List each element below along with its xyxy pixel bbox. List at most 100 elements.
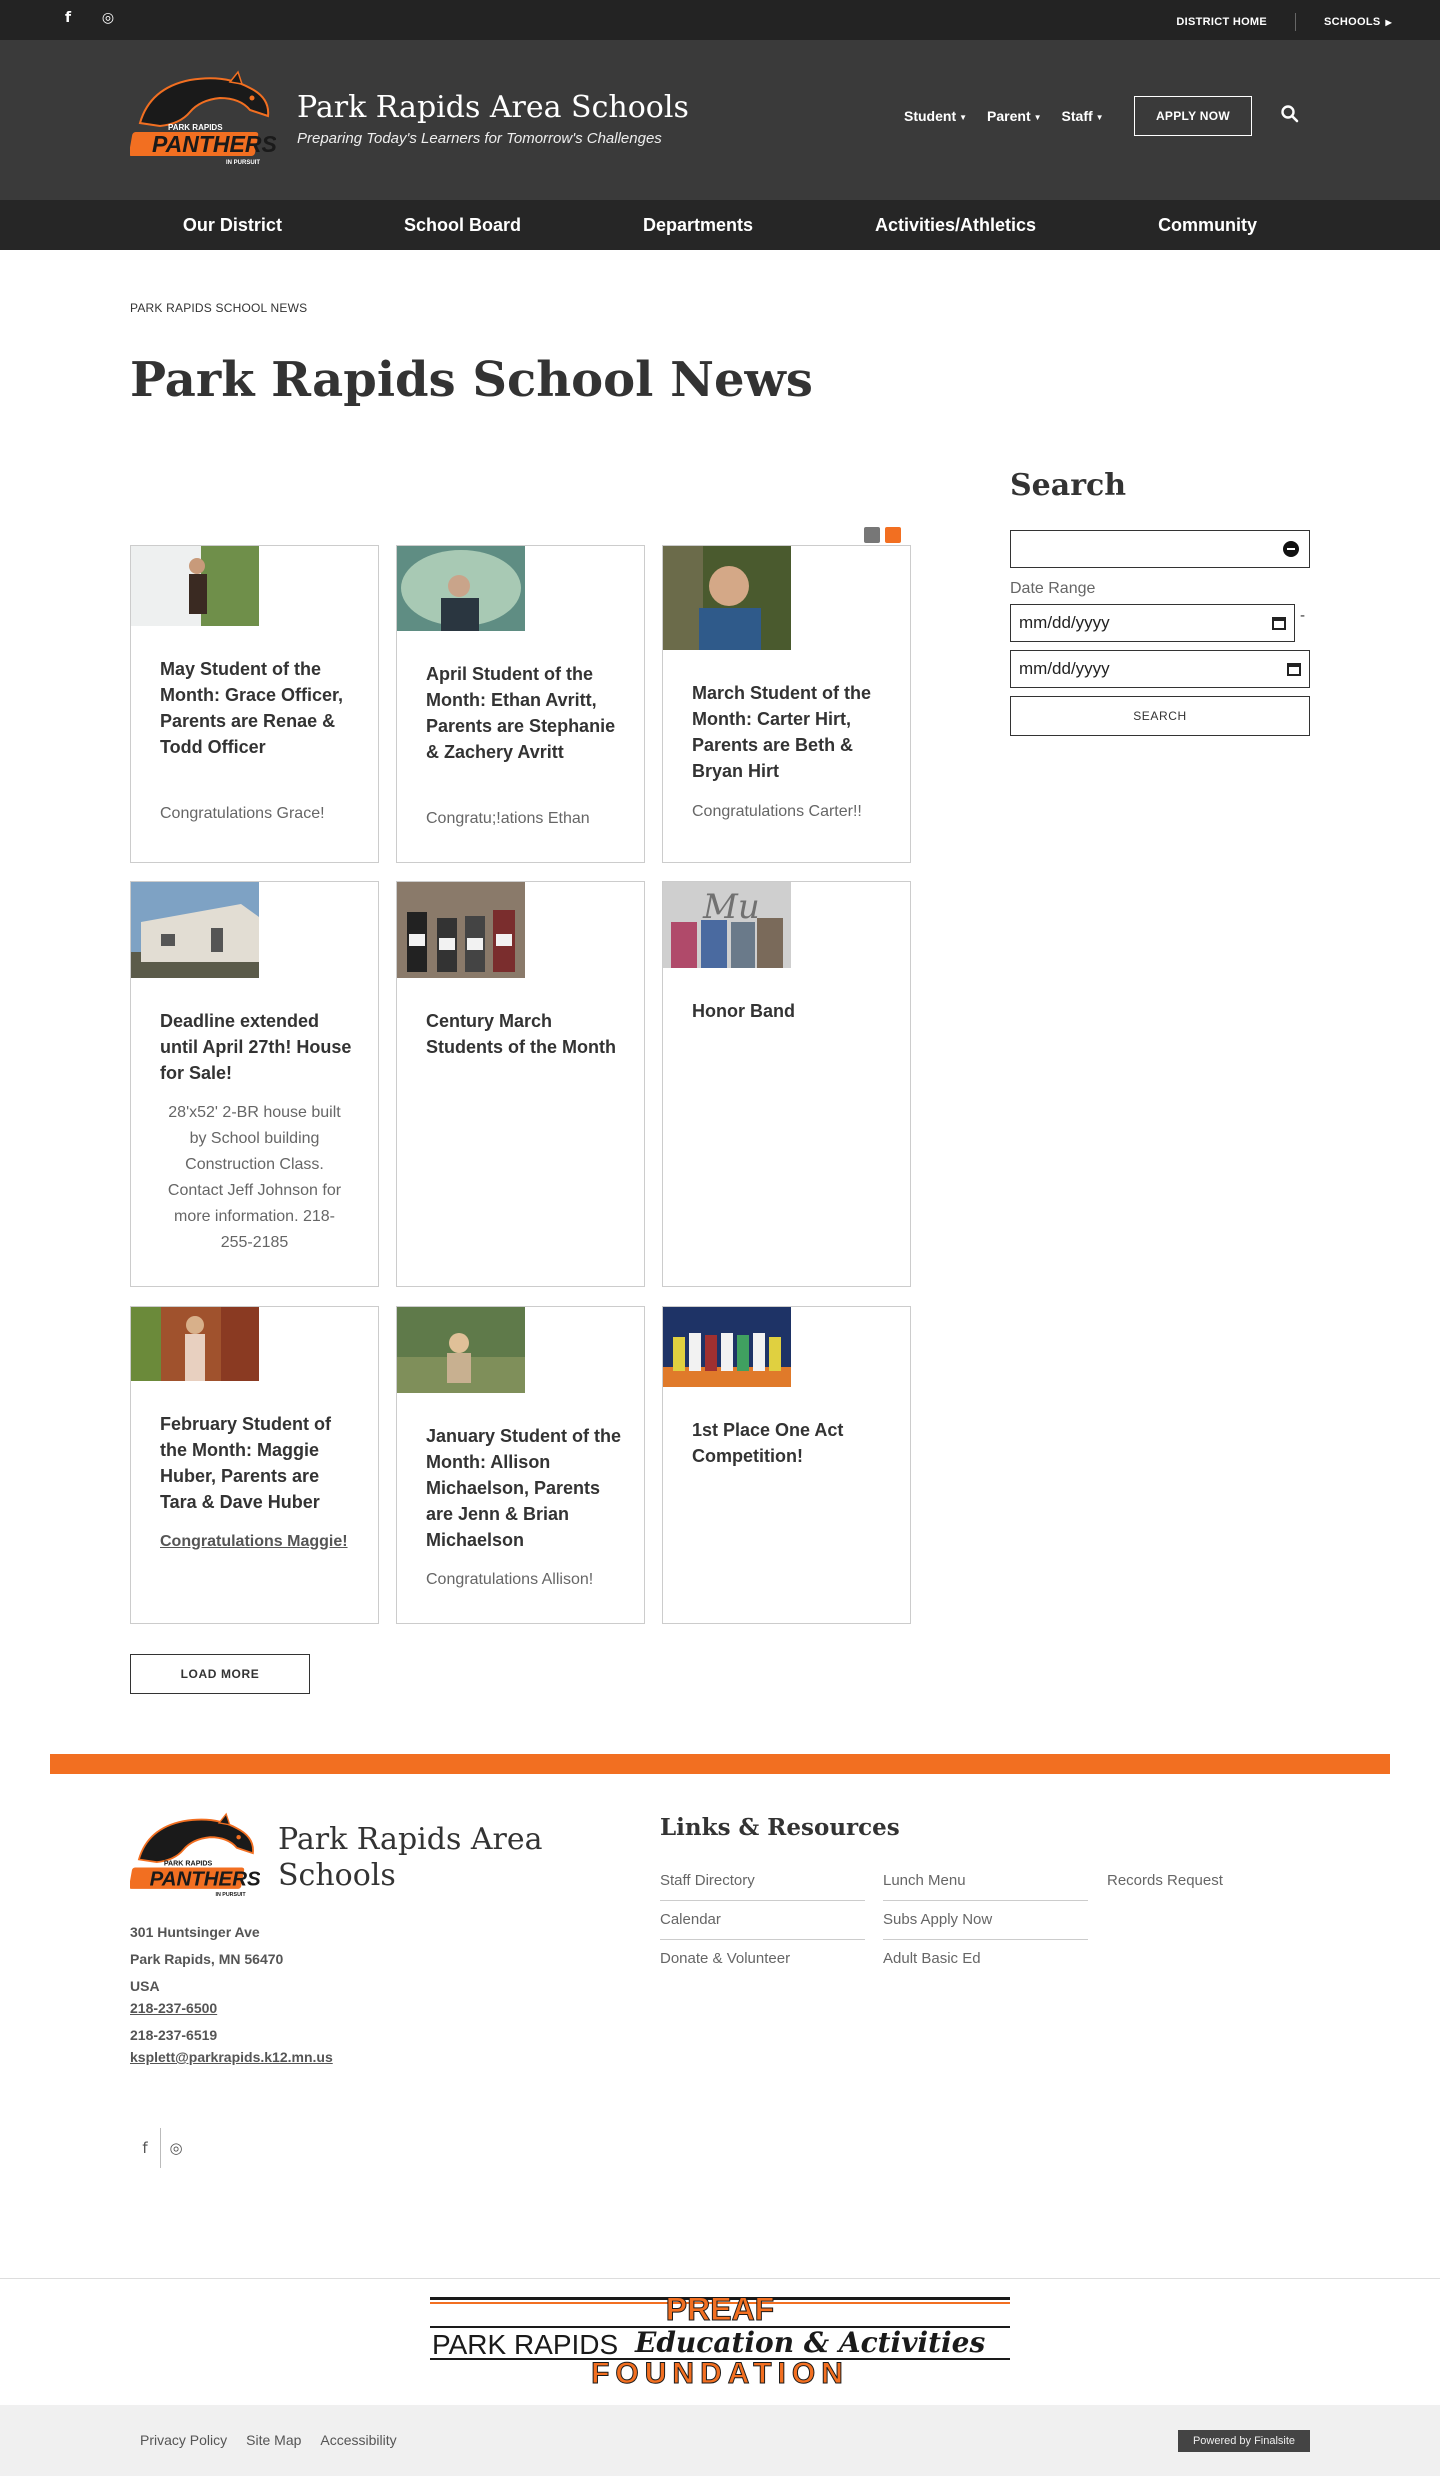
apply-now-button[interactable]: APPLY NOW — [1134, 96, 1252, 136]
news-desc-link[interactable]: Congratulations Maggie! — [160, 1529, 356, 1555]
start-date-input[interactable]: mm/dd/yyyy — [1010, 604, 1295, 642]
search-title: Search — [1010, 468, 1127, 503]
caret-down-icon: ▼ — [959, 112, 968, 122]
news-desc: 28'x52' 2-BR house built by School build… — [167, 1104, 342, 1251]
staff-label: Staff — [1061, 108, 1093, 124]
news-title[interactable]: Honor Band — [692, 998, 888, 1024]
footer-logo-main-text: PANTHERS — [150, 1867, 260, 1890]
email-link[interactable]: ksplett@parkrapids.k12.mn.us — [130, 2049, 333, 2065]
news-desc: Congratu;!ations Ethan — [426, 810, 590, 827]
panthers-logo[interactable]: PARK RAPIDS PANTHERS IN PURSUIT — [130, 68, 276, 168]
schools-menu[interactable]: SCHOOLS ▶ — [1324, 16, 1392, 28]
news-title[interactable]: 1st Place One Act Competition! — [692, 1417, 888, 1469]
utility-bar: f ◎ DISTRICT HOME SCHOOLS ▶ — [0, 0, 1440, 40]
fax-number: 218-237-6519 — [130, 2027, 218, 2043]
site-title[interactable]: Park Rapids Area Schools — [297, 90, 689, 125]
privacy-policy-link[interactable]: Privacy Policy — [140, 2432, 227, 2448]
news-thumbnail — [131, 882, 259, 978]
news-card[interactable]: Century March Students of the Month — [396, 881, 645, 1287]
feed-icons — [864, 527, 901, 543]
news-thumbnail — [131, 546, 259, 626]
audience-nav: Student ▼ Parent ▼ Staff ▼ — [904, 108, 1104, 124]
news-card[interactable]: February Student of the Month: Maggie Hu… — [130, 1306, 379, 1624]
clear-icon[interactable] — [1283, 541, 1299, 557]
footer-link-calendar[interactable]: Calendar — [660, 1901, 865, 1940]
news-card[interactable]: 1st Place One Act Competition! — [662, 1306, 911, 1624]
instagram-icon[interactable]: ◎ — [100, 10, 116, 26]
search-icon[interactable] — [1280, 104, 1300, 124]
news-card[interactable]: May Student of the Month: Grace Officer,… — [130, 545, 379, 863]
news-title[interactable]: May Student of the Month: Grace Officer,… — [160, 656, 356, 760]
footer-link-staff-directory[interactable]: Staff Directory — [660, 1862, 865, 1901]
logo-bottom-text: IN PURSUIT — [226, 160, 260, 166]
nav-departments[interactable]: Departments — [582, 215, 814, 236]
footer-link-records-request[interactable]: Records Request — [1107, 1862, 1312, 1901]
footer-link-donate-volunteer[interactable]: Donate & Volunteer — [660, 1940, 865, 1979]
footer-title: Park Rapids Area Schools — [278, 1822, 543, 1893]
footer-link-subs-apply[interactable]: Subs Apply Now — [883, 1901, 1088, 1940]
rss-icon[interactable] — [864, 527, 880, 543]
nav-our-district[interactable]: Our District — [122, 215, 343, 236]
site-tagline: Preparing Today's Learners for Tomorrow'… — [297, 130, 662, 147]
end-date-input[interactable]: mm/dd/yyyy — [1010, 650, 1310, 688]
divider — [1295, 13, 1297, 31]
news-title[interactable]: Century March Students of the Month — [426, 1008, 622, 1060]
accessibility-link[interactable]: Accessibility — [320, 2432, 396, 2448]
calendar-icon[interactable] — [1272, 617, 1286, 630]
footer-logo[interactable]: PARK RAPIDS PANTHERS IN PURSUIT — [130, 1810, 260, 1900]
phone-link[interactable]: 218-237-6500 — [130, 2000, 217, 2016]
preaf-foundation-logo[interactable]: PREAF PARK RAPIDS Education & Activities… — [430, 2292, 1010, 2386]
news-card[interactable]: March Student of the Month: Carter Hirt,… — [662, 545, 911, 863]
search-input[interactable] — [1010, 530, 1310, 568]
address-line: 301 Huntsinger Ave — [130, 1924, 260, 1940]
district-home-link[interactable]: DISTRICT HOME — [1176, 16, 1267, 28]
utility-links: DISTRICT HOME SCHOOLS ▶ — [1176, 13, 1392, 31]
staff-menu[interactable]: Staff ▼ — [1062, 108, 1104, 124]
site-map-link[interactable]: Site Map — [246, 2432, 301, 2448]
parent-menu[interactable]: Parent ▼ — [987, 108, 1042, 124]
facebook-icon[interactable]: f — [60, 10, 76, 26]
calendar-icon[interactable] — [1287, 663, 1301, 676]
news-title[interactable]: April Student of the Month: Ethan Avritt… — [426, 661, 622, 765]
nav-school-board[interactable]: School Board — [343, 215, 582, 236]
legal-links: Privacy Policy Site Map Accessibility — [140, 2432, 397, 2448]
load-more-button[interactable]: LOAD MORE — [130, 1654, 310, 1694]
preaf-bottom-text: FOUNDATION — [591, 2357, 849, 2386]
news-title[interactable]: Deadline extended until April 27th! Hous… — [160, 1008, 356, 1086]
address-line: Park Rapids, MN 56470 — [130, 1951, 284, 1967]
page-title: Park Rapids School News — [130, 352, 813, 408]
address-line: USA — [130, 1978, 160, 1994]
news-title[interactable]: February Student of the Month: Maggie Hu… — [160, 1411, 356, 1515]
caret-down-icon: ▼ — [1095, 112, 1104, 122]
news-thumbnail — [397, 882, 525, 978]
news-title[interactable]: January Student of the Month: Allison Mi… — [426, 1423, 622, 1553]
facebook-icon[interactable]: f — [130, 2139, 160, 2157]
footer-link-lunch-menu[interactable]: Lunch Menu — [883, 1862, 1088, 1901]
news-card[interactable]: April Student of the Month: Ethan Avritt… — [396, 545, 645, 863]
footer-link-adult-basic-ed[interactable]: Adult Basic Ed — [883, 1940, 1088, 1979]
bell-icon[interactable] — [885, 527, 901, 543]
news-card[interactable]: January Student of the Month: Allison Mi… — [396, 1306, 645, 1624]
main-nav: Our District School Board Departments Ac… — [0, 200, 1440, 250]
caret-down-icon: ▼ — [1033, 112, 1042, 122]
footer-logo-bottom-text: IN PURSUIT — [215, 1892, 246, 1898]
news-title[interactable]: March Student of the Month: Carter Hirt,… — [692, 680, 888, 784]
date-range-label: Date Range — [1010, 580, 1096, 597]
footer-social: f ◎ — [130, 2128, 191, 2168]
news-desc: Congratulations Allison! — [426, 1571, 594, 1588]
nav-activities-athletics[interactable]: Activities/Athletics — [814, 215, 1097, 236]
news-card[interactable]: Deadline extended until April 27th! Hous… — [130, 881, 379, 1287]
nav-community[interactable]: Community — [1097, 215, 1318, 236]
caret-right-icon: ▶ — [1385, 18, 1392, 27]
news-thumbnail — [663, 1307, 791, 1387]
footer-accent-band — [50, 1754, 1390, 1774]
news-card[interactable]: Mu Honor Band — [662, 881, 911, 1287]
search-button[interactable]: SEARCH — [1010, 696, 1310, 736]
news-thumbnail — [131, 1307, 259, 1381]
instagram-icon[interactable]: ◎ — [161, 2139, 191, 2157]
student-menu[interactable]: Student ▼ — [904, 108, 967, 124]
breadcrumb[interactable]: PARK RAPIDS SCHOOL NEWS — [130, 301, 307, 315]
powered-by-finalsite-badge[interactable]: Powered by Finalsite — [1178, 2430, 1310, 2452]
news-thumbnail — [397, 546, 525, 631]
top-social: f ◎ — [60, 10, 116, 26]
